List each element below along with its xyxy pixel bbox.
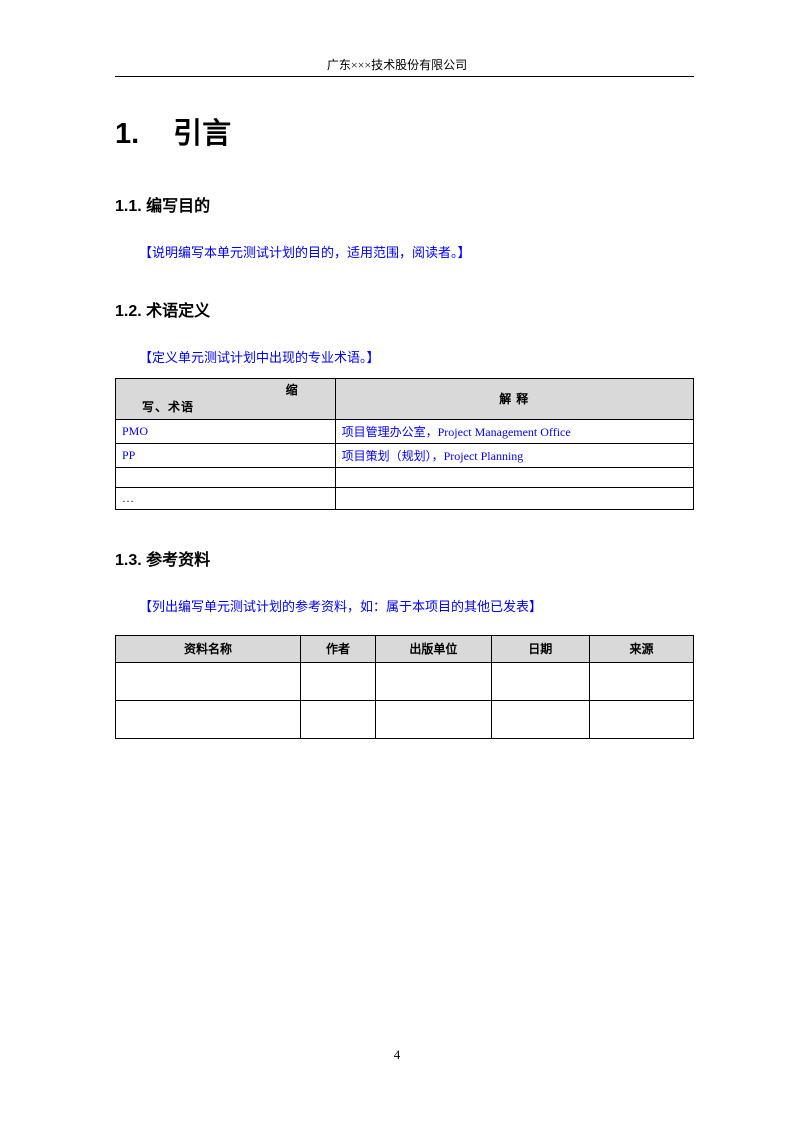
note-1-2: 【定义单元测试计划中出现的专业术语。】 (139, 347, 694, 366)
term-cell: PMO (116, 419, 336, 443)
header-divider (115, 76, 694, 77)
company-name: 广东×××技术股份有限公司 (327, 58, 467, 72)
desc-cell: 项目策划（规划），Project Planning (335, 443, 693, 467)
table-row: PP 项目策划（规划），Project Planning (116, 443, 694, 467)
reference-table: 资料名称 作者 出版单位 日期 来源 (115, 635, 694, 739)
ref-header-name: 资料名称 (116, 635, 301, 662)
ref-cell (376, 662, 492, 700)
table-header-term: 缩 写、术语 (116, 379, 336, 420)
terminology-table: 缩 写、术语 解 释 PMO 项目管理办公室，Project Managemen… (115, 378, 694, 510)
desc-cell: 项目管理办公室，Project Management Office (335, 419, 693, 443)
table-row (116, 662, 694, 700)
page-number: 4 (0, 1047, 794, 1063)
note-1-3: 【列出编写单元测试计划的参考资料，如：属于本项目的其他已发表】 (139, 596, 694, 615)
ref-cell (376, 700, 492, 738)
table-header-row: 缩 写、术语 解 释 (116, 379, 694, 420)
note-1-1: 【说明编写本单元测试计划的目的，适用范围，阅读者。】 (139, 242, 694, 261)
table-row: … (116, 487, 694, 509)
heading-1-3-number: 1.3. (115, 552, 142, 569)
table-header-row: 资料名称 作者 出版单位 日期 来源 (116, 635, 694, 662)
term-cell: PP (116, 443, 336, 467)
table-row (116, 467, 694, 487)
ref-cell (589, 662, 693, 700)
ref-header-author: 作者 (300, 635, 375, 662)
heading-1-2: 1.2. 术语定义 (115, 297, 694, 321)
ref-cell (491, 700, 589, 738)
heading-1-1: 1.1. 编写目的 (115, 192, 694, 216)
ref-cell (300, 700, 375, 738)
ref-cell (589, 700, 693, 738)
term-cell (116, 467, 336, 487)
page-header: 广东×××技术股份有限公司 (0, 56, 794, 73)
ref-cell (300, 662, 375, 700)
desc-cell (335, 467, 693, 487)
ref-cell (491, 662, 589, 700)
heading-1-1-title: 编写目的 (146, 198, 210, 215)
ref-header-publisher: 出版单位 (376, 635, 492, 662)
document-content: 1. 引言 1.1. 编写目的 【说明编写本单元测试计划的目的，适用范围，阅读者… (115, 110, 694, 739)
ref-cell (116, 662, 301, 700)
heading-1-2-number: 1.2. (115, 303, 142, 320)
heading-1-2-title: 术语定义 (146, 303, 210, 320)
table-header-desc: 解 释 (335, 379, 693, 420)
ref-cell (116, 700, 301, 738)
table-row: PMO 项目管理办公室，Project Management Office (116, 419, 694, 443)
term-cell: … (116, 487, 336, 509)
heading-1: 1. 引言 (115, 110, 694, 152)
desc-cell (335, 487, 693, 509)
heading-1-1-number: 1.1. (115, 198, 142, 215)
table-row (116, 700, 694, 738)
heading-1-number: 1. (115, 118, 165, 151)
ref-header-date: 日期 (491, 635, 589, 662)
heading-1-3: 1.3. 参考资料 (115, 546, 694, 570)
heading-1-3-title: 参考资料 (146, 552, 210, 569)
ref-header-source: 来源 (589, 635, 693, 662)
heading-1-title: 引言 (173, 118, 231, 150)
